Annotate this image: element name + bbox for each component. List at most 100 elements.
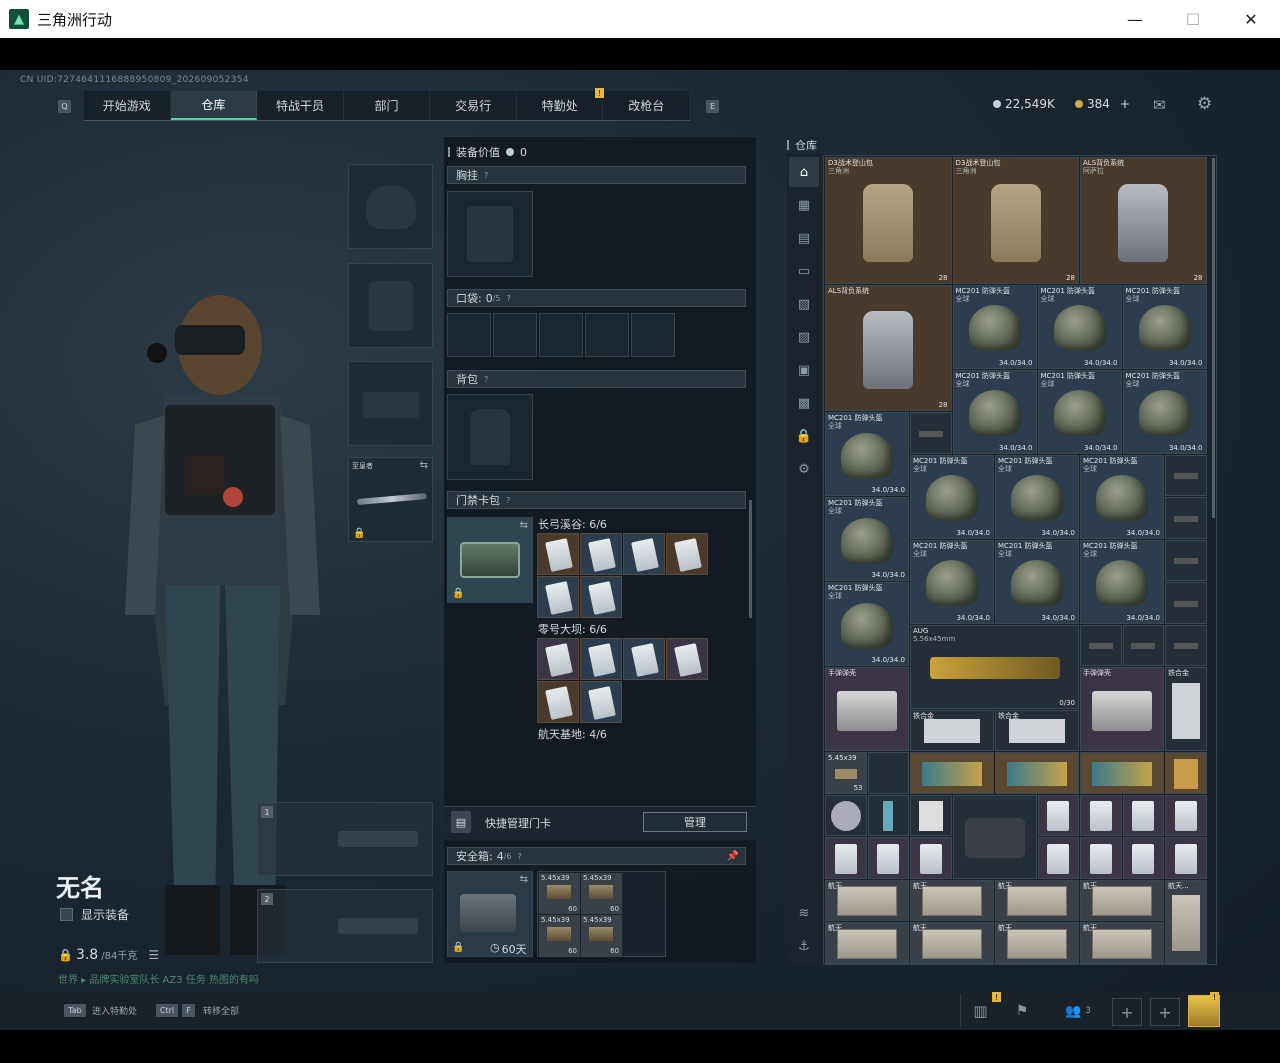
swap-icon[interactable]: ⇆ xyxy=(520,520,528,531)
warehouse-item[interactable]: MC201 防弹头盔 全球 34.0/34.0 xyxy=(1122,284,1207,369)
nav-prev-key[interactable]: Q xyxy=(58,100,71,113)
warehouse-item[interactable] xyxy=(1165,582,1207,624)
warehouse-item[interactable]: MC201 防弹头盔 全球 34.0/34.0 xyxy=(910,454,994,539)
keycard-item[interactable] xyxy=(537,681,579,723)
warehouse-item[interactable] xyxy=(1080,752,1164,794)
ammo-item[interactable]: 5.45x39 60 xyxy=(581,915,622,956)
warehouse-item[interactable]: MC201 防弹头盔 全球 34.0/34.0 xyxy=(825,412,909,496)
pin-icon[interactable]: 📌 xyxy=(727,851,739,862)
help-icon[interactable]: ? xyxy=(518,852,522,861)
keycard-case-slot[interactable]: ⇆ 🔒 xyxy=(447,517,533,603)
warehouse-item[interactable]: 航天... xyxy=(995,879,1079,921)
help-icon[interactable]: ? xyxy=(507,294,511,303)
ammo-item[interactable]: 5.45x39 60 xyxy=(581,873,622,914)
keycard-item[interactable] xyxy=(537,576,579,618)
nav-next-key[interactable]: E xyxy=(706,100,719,113)
warehouse-item[interactable]: MC201 防弹头盔 全球 34.0/34.0 xyxy=(952,369,1037,454)
warehouse-item[interactable]: 手弹弹壳 xyxy=(1080,667,1164,751)
tab-6[interactable]: 改枪台 xyxy=(603,91,691,120)
tab-hint[interactable]: Tab 进入特勤处 xyxy=(64,1004,137,1017)
keycard-item[interactable] xyxy=(537,638,579,680)
warehouse-item[interactable]: 铁合金 xyxy=(1165,667,1207,751)
warehouse-item[interactable]: MC201 防弹头盔 全球 34.0/34.0 xyxy=(1037,369,1122,454)
warehouse-item[interactable] xyxy=(1037,837,1079,879)
armor-slot[interactable] xyxy=(348,263,433,348)
warehouse-item[interactable] xyxy=(1122,624,1164,666)
warehouse-item[interactable]: MC201 防弹头盔 全球 34.0/34.0 xyxy=(825,497,909,581)
medical-icon[interactable]: ▨ xyxy=(789,322,819,352)
warehouse-item[interactable] xyxy=(825,837,867,879)
warehouse-item[interactable]: 航天... xyxy=(1165,879,1207,964)
transfer-all-hint[interactable]: Ctrl F 转移全部 xyxy=(156,1004,239,1017)
helmet-slot[interactable] xyxy=(348,164,433,249)
warehouse-item[interactable]: 航天... xyxy=(910,879,994,921)
warehouse-item[interactable]: AUG 5.56x45mm 0/30 xyxy=(910,624,1079,709)
anchor-icon[interactable]: ⚓ xyxy=(789,931,819,961)
pistol-slot[interactable] xyxy=(348,361,433,446)
keycard-item[interactable] xyxy=(580,681,622,723)
help-icon[interactable]: ? xyxy=(484,375,488,384)
pocket-slot[interactable] xyxy=(539,313,583,357)
warehouse-item[interactable]: ALS背负系统 阿萨拉 28 xyxy=(1080,157,1207,284)
tab-4[interactable]: 交易行 xyxy=(430,91,517,120)
warehouse-item[interactable]: MC201 防弹头盔 全球 34.0/34.0 xyxy=(952,284,1037,369)
warehouse-item[interactable] xyxy=(1122,837,1164,879)
warehouse-item[interactable] xyxy=(1037,794,1079,836)
warehouse-item[interactable] xyxy=(1080,624,1122,666)
keycard-item[interactable] xyxy=(666,533,708,575)
warehouse-item[interactable]: MC201 防弹头盔 全球 34.0/34.0 xyxy=(1037,284,1122,369)
maximize-button[interactable]: ☐ xyxy=(1164,0,1222,38)
keycard-item[interactable] xyxy=(666,638,708,680)
settings-icon[interactable]: ⚙ xyxy=(789,454,819,484)
warehouse-item[interactable]: 航天... xyxy=(910,922,994,964)
misc-icon[interactable]: ▩ xyxy=(789,388,819,418)
warehouse-item[interactable] xyxy=(1165,539,1207,581)
warehouse-item[interactable]: 航天... xyxy=(825,879,909,921)
warehouse-item[interactable]: ALS背负系统 28 xyxy=(825,284,952,411)
mail-icon[interactable]: ✉ xyxy=(1153,96,1166,114)
lock-icon[interactable]: 🔒 xyxy=(789,421,819,451)
warehouse-item[interactable] xyxy=(1080,837,1122,879)
warehouse-item[interactable]: MC201 防弹头盔 全球 34.0/34.0 xyxy=(995,539,1079,624)
pocket-slot[interactable] xyxy=(585,313,629,357)
warehouse-item[interactable] xyxy=(825,794,867,836)
warehouse-item[interactable]: 铁合金 xyxy=(910,709,994,751)
tab-1[interactable]: 仓库 xyxy=(170,91,258,120)
manage-button[interactable]: 管理 xyxy=(643,812,747,832)
secondary-weapon-slot[interactable]: 2 xyxy=(257,889,433,963)
show-equipment-toggle[interactable]: 显示装备 xyxy=(60,906,129,923)
layers-icon[interactable]: ≋ xyxy=(789,898,819,928)
tab-3[interactable]: 部门 xyxy=(344,91,431,120)
pocket-slot[interactable] xyxy=(631,313,675,357)
armor-icon[interactable]: ▤ xyxy=(789,223,819,253)
warehouse-item[interactable] xyxy=(1165,454,1207,496)
invite-slot-button[interactable]: + xyxy=(1112,998,1142,1026)
backpack-icon[interactable]: ⌂ xyxy=(789,157,819,187)
pocket-slot[interactable] xyxy=(493,313,537,357)
warehouse-item[interactable] xyxy=(867,752,909,794)
keycard-item[interactable] xyxy=(580,576,622,618)
currency-gold[interactable]: 384 + xyxy=(1075,97,1130,111)
warehouse-item[interactable] xyxy=(910,837,952,879)
warehouse-item[interactable] xyxy=(1165,752,1207,794)
warehouse-item[interactable]: MC201 防弹头盔 全球 34.0/34.0 xyxy=(995,454,1079,539)
warehouse-item[interactable] xyxy=(910,412,952,454)
settings-gear-icon[interactable]: ⚙ xyxy=(1197,94,1212,114)
squad-button[interactable]: 👥 3 xyxy=(1048,994,1108,1028)
keycard-item[interactable] xyxy=(623,533,665,575)
scrollbar[interactable] xyxy=(749,500,752,618)
warehouse-item[interactable] xyxy=(910,752,994,794)
list-icon[interactable]: ☰ xyxy=(148,948,159,962)
chest-rig-slot[interactable] xyxy=(447,191,533,277)
warehouse-item[interactable] xyxy=(1122,794,1164,836)
warehouse-item[interactable] xyxy=(1080,794,1122,836)
warehouse-item[interactable]: MC201 防弹头盔 全球 34.0/34.0 xyxy=(910,539,994,624)
checkbox[interactable] xyxy=(60,908,73,921)
ammo-item[interactable]: 5.45x39 60 xyxy=(539,873,580,914)
ammo-item[interactable]: 5.45x39 60 xyxy=(539,915,580,956)
warehouse-item[interactable]: MC201 防弹头盔 全球 34.0/34.0 xyxy=(1122,369,1207,454)
gold-add-button[interactable]: + xyxy=(1120,97,1130,111)
weapon-icon[interactable]: ▭ xyxy=(789,256,819,286)
tab-2[interactable]: 特战干员 xyxy=(257,91,344,120)
warehouse-item[interactable]: MC201 防弹头盔 全球 34.0/34.0 xyxy=(825,582,909,666)
